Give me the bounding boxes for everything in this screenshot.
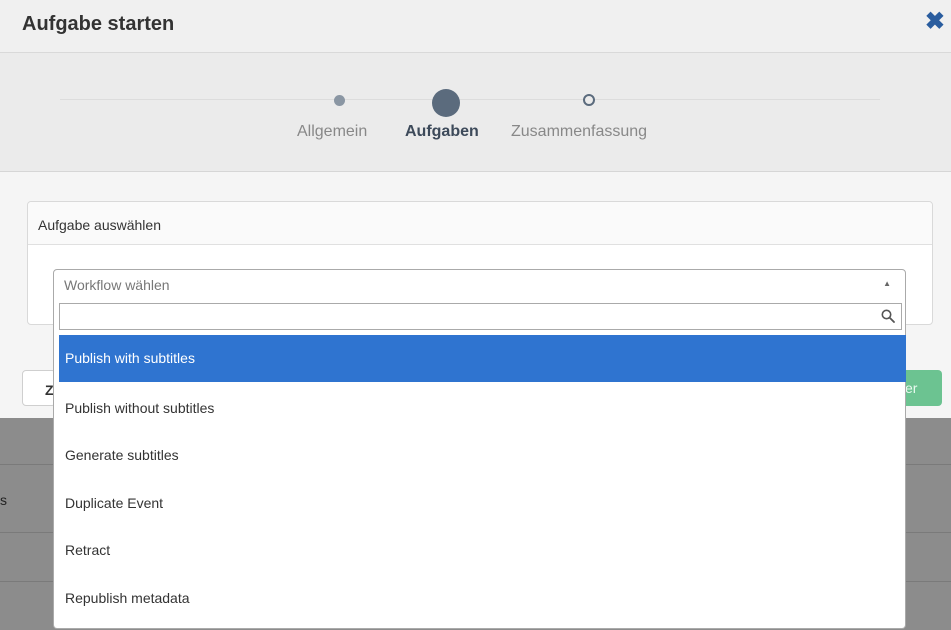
wizard-steps: Allgemein Aufgaben Zusammenfassung — [0, 53, 951, 172]
search-icon — [881, 309, 895, 323]
workflow-dropdown: Publish with subtitles Publish without s… — [53, 299, 906, 629]
wizard-progress-line — [60, 99, 880, 100]
step-label-general[interactable]: Allgemein — [297, 123, 367, 141]
modal-title: Aufgabe starten — [22, 13, 175, 35]
panel-title: Aufgabe auswählen — [38, 217, 161, 233]
dropdown-option-publish-without-subtitles[interactable]: Publish without subtitles — [59, 385, 906, 432]
background-text: s — [0, 492, 7, 508]
step-label-summary[interactable]: Zusammenfassung — [511, 123, 647, 141]
dropdown-search-input[interactable] — [60, 304, 887, 329]
back-button[interactable]: Z — [22, 370, 56, 406]
step-dot-general[interactable] — [334, 95, 345, 106]
dropdown-option-generate-subtitles[interactable]: Generate subtitles — [59, 432, 906, 479]
dropdown-search[interactable] — [59, 303, 902, 330]
dropdown-option-republish-metadata[interactable]: Republish metadata — [59, 575, 906, 622]
modal-header: Aufgabe starten ✖ — [0, 0, 951, 53]
step-label-tasks: Aufgaben — [405, 123, 479, 140]
dropdown-option-duplicate-event[interactable]: Duplicate Event — [59, 480, 906, 527]
dropdown-option-publish-with-subtitles[interactable]: Publish with subtitles — [59, 335, 906, 382]
step-dot-summary[interactable] — [583, 94, 595, 106]
close-icon[interactable]: ✖ — [925, 10, 945, 34]
step-dot-tasks — [432, 89, 460, 117]
workflow-select[interactable]: Workflow wählen ▲ — [53, 269, 906, 300]
panel-header: Aufgabe auswählen — [28, 202, 932, 245]
workflow-select-placeholder: Workflow wählen — [64, 277, 170, 293]
dropdown-option-retract[interactable]: Retract — [59, 527, 906, 574]
caret-up-icon[interactable]: ▲ — [883, 279, 891, 288]
